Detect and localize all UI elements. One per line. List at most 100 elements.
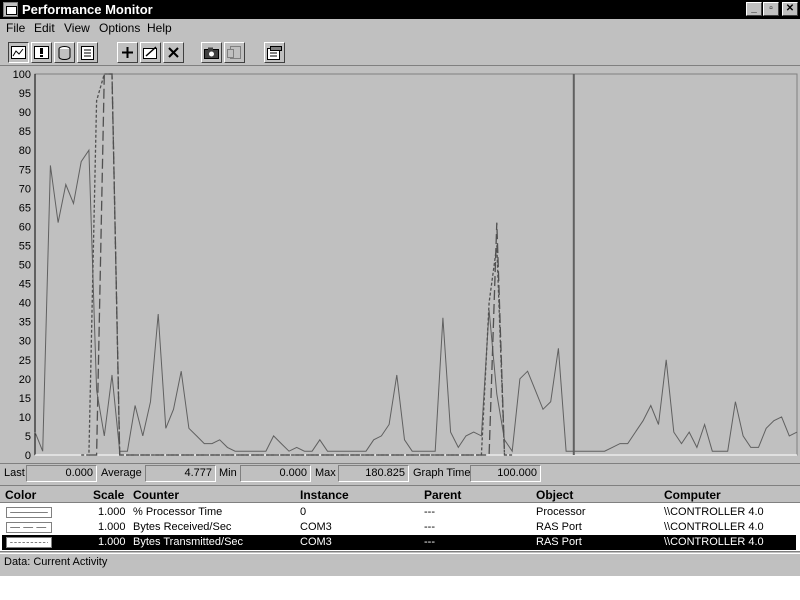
- counter-cell: Bytes Transmitted/Sec: [133, 536, 244, 548]
- min-value: 0.000: [240, 465, 311, 482]
- menu-file[interactable]: File: [6, 21, 25, 35]
- delete-counter-icon: [168, 47, 179, 58]
- y-tick-label: 30: [19, 336, 31, 348]
- menu-options[interactable]: Options: [99, 21, 140, 35]
- y-tick-label: 75: [19, 164, 31, 176]
- menu-view[interactable]: View: [64, 21, 90, 35]
- report-view-icon: [81, 45, 94, 60]
- y-tick-label: 100: [13, 69, 31, 81]
- delete-counter-button[interactable]: [163, 42, 184, 63]
- min-label: Min: [219, 467, 237, 479]
- legend-row[interactable]: 1.000 % Processor Time 0 --- Processor \…: [2, 505, 796, 520]
- y-tick-label: 10: [19, 412, 31, 424]
- max-label: Max: [315, 467, 336, 479]
- object-cell: Processor: [536, 506, 586, 518]
- plot-background: [34, 73, 798, 456]
- y-tick-label: 35: [19, 317, 31, 329]
- menu-bar: File Edit View Options Help: [0, 19, 800, 37]
- edit-counter-icon: [143, 46, 157, 59]
- y-tick-label: 45: [19, 279, 31, 291]
- instance-cell: COM3: [300, 536, 332, 548]
- y-tick-label: 40: [19, 298, 31, 310]
- options-button[interactable]: [264, 42, 285, 63]
- computer-cell: \\CONTROLLER 4.0: [664, 506, 764, 518]
- scale-cell: 1.000: [98, 521, 126, 533]
- close-button[interactable]: ✕: [782, 2, 798, 16]
- y-tick-label: 85: [19, 126, 31, 138]
- line-color-swatch: [6, 522, 52, 533]
- legend-row[interactable]: 1.000 Bytes Received/Sec COM3 --- RAS Po…: [2, 520, 796, 535]
- computer-column-header: Computer: [664, 488, 721, 502]
- computer-cell: \\CONTROLLER 4.0: [664, 521, 764, 533]
- scale-cell: 1.000: [98, 506, 126, 518]
- y-tick-label: 95: [19, 88, 31, 100]
- update-now-button[interactable]: [201, 42, 222, 63]
- place-bookmark-button[interactable]: [224, 42, 245, 63]
- add-counter-button[interactable]: [117, 42, 138, 63]
- edit-counter-button[interactable]: [140, 42, 161, 63]
- y-tick-label: 80: [19, 145, 31, 157]
- parent-cell: ---: [424, 536, 435, 548]
- title-bar: Performance Monitor _ ▫ ✕: [0, 0, 800, 19]
- instance-cell: COM3: [300, 521, 332, 533]
- counter-cell: % Processor Time: [133, 506, 223, 518]
- place-bookmark-icon: [227, 46, 241, 59]
- minimize-button[interactable]: _: [746, 2, 762, 16]
- chart-view-icon: [11, 46, 26, 59]
- object-column-header: Object: [536, 488, 574, 502]
- y-tick-label: 20: [19, 374, 31, 386]
- menu-help[interactable]: Help: [147, 21, 172, 35]
- performance-graph: 1009590858075706560555045403530252015105…: [13, 69, 798, 462]
- graph-time-label: Graph Time: [413, 467, 471, 479]
- alert-view-button[interactable]: [31, 42, 52, 63]
- y-tick-label: 0: [25, 450, 31, 462]
- options-icon: [267, 45, 282, 60]
- instance-cell: 0: [300, 506, 307, 518]
- y-tick-label: 25: [19, 355, 31, 367]
- counter-column-header: Counter: [133, 488, 179, 502]
- add-counter-icon: [122, 47, 133, 58]
- y-tick-label: 90: [19, 107, 31, 119]
- legend-header: Color Scale Counter Instance Parent Obje…: [0, 485, 800, 502]
- object-cell: RAS Port: [536, 521, 582, 533]
- parent-cell: ---: [424, 506, 435, 518]
- log-view-button[interactable]: [54, 42, 75, 63]
- y-tick-label: 15: [19, 393, 31, 405]
- line-color-swatch: [6, 507, 52, 518]
- window-title: Performance Monitor: [22, 2, 153, 17]
- counter-cell: Bytes Received/Sec: [133, 521, 232, 533]
- menu-edit[interactable]: Edit: [34, 21, 55, 35]
- toolbar: [0, 38, 800, 66]
- chart-area: 100 95 90 85 80 75 70 65 60 55 50 45 40 35 30 25 20 15 10 5…: [0, 66, 800, 462]
- y-tick-label: 65: [19, 202, 31, 214]
- max-value: 180.825: [338, 465, 409, 482]
- parent-cell: ---: [424, 521, 435, 533]
- instance-column-header: Instance: [300, 488, 349, 502]
- report-view-button[interactable]: [77, 42, 98, 63]
- status-text: Data: Current Activity: [4, 556, 108, 568]
- statistics-bar: Last 0.000 Average 4.777 Min 0.000 Max 1…: [0, 463, 800, 483]
- restore-button[interactable]: ▫: [763, 2, 779, 16]
- log-view-icon: [58, 45, 71, 60]
- performance-monitor-window: Performance Monitor _ ▫ ✕ File Edit View…: [0, 0, 800, 576]
- y-tick-label: 50: [19, 260, 31, 272]
- scale-cell: 1.000: [98, 536, 126, 548]
- y-tick-label: 70: [19, 183, 31, 195]
- legend-row-selected[interactable]: 1.000 Bytes Transmitted/Sec COM3 --- RAS…: [1, 534, 797, 551]
- last-label: Last: [4, 467, 25, 479]
- object-cell: RAS Port: [536, 536, 582, 548]
- legend-list: 1.000 % Processor Time 0 --- Processor \…: [0, 502, 800, 552]
- computer-cell: \\CONTROLLER 4.0: [664, 536, 764, 548]
- parent-column-header: Parent: [424, 488, 462, 502]
- average-label: Average: [101, 467, 142, 479]
- y-tick-label: 60: [19, 221, 31, 233]
- app-icon[interactable]: [3, 2, 18, 17]
- update-now-icon: [204, 47, 219, 59]
- line-color-swatch: [6, 537, 52, 548]
- status-bar: Data: Current Activity: [0, 553, 800, 570]
- color-column-header: Color: [5, 488, 37, 502]
- chart-view-button[interactable]: [8, 42, 29, 63]
- scale-column-header: Scale: [93, 488, 125, 502]
- last-value: 0.000: [26, 465, 97, 482]
- graph-time-value: 100.000: [470, 465, 541, 482]
